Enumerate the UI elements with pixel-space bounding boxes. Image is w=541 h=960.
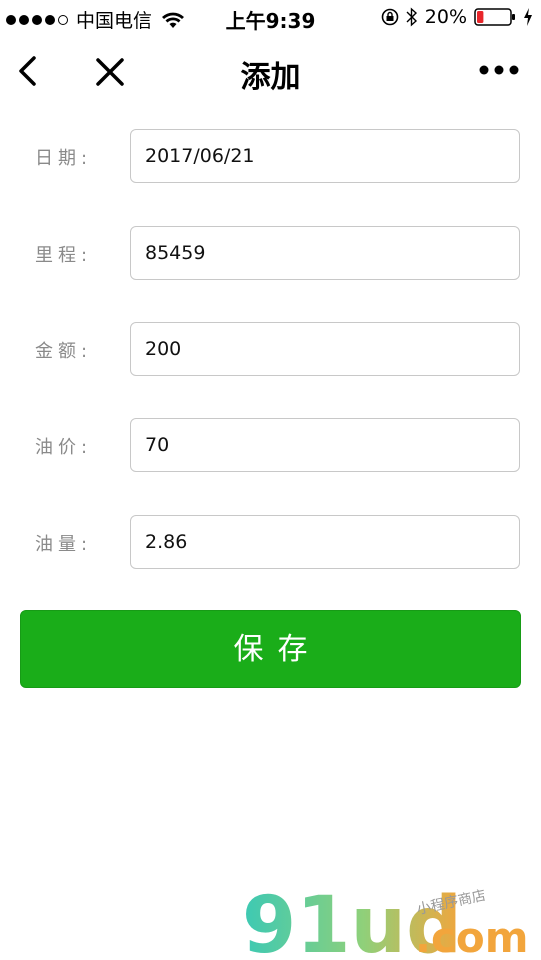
page: 中国电信 上午9:39 20% 添加 日期: 2017/06/21 里程: 85…	[0, 0, 541, 960]
watermark-logo: 91ud .com 小程序商店	[242, 881, 528, 960]
amount-input[interactable]: 200	[130, 322, 520, 376]
more-dots-icon[interactable]	[479, 64, 519, 76]
form-row-fuel-volume: 油量: 2.86	[0, 515, 541, 571]
mileage-input[interactable]: 85459	[130, 226, 520, 280]
fuel-volume-label: 油量:	[35, 534, 93, 555]
date-input[interactable]: 2017/06/21	[130, 129, 520, 183]
form-row-date: 日期: 2017/06/21	[0, 129, 541, 185]
svg-text:.com: .com	[415, 913, 528, 960]
fuel-volume-input[interactable]: 2.86	[130, 515, 520, 569]
fuel-price-input[interactable]: 70	[130, 418, 520, 472]
bluetooth-icon	[406, 7, 417, 27]
save-button[interactable]: 保存	[20, 610, 521, 688]
charging-icon	[524, 8, 532, 26]
date-label: 日期:	[35, 148, 93, 169]
rotation-lock-icon	[381, 8, 399, 26]
mileage-label: 里程:	[35, 245, 93, 266]
form-row-mileage: 里程: 85459	[0, 226, 541, 282]
battery-icon	[474, 8, 515, 26]
nav-bar: 添加	[0, 40, 541, 102]
status-bar: 中国电信 上午9:39 20%	[0, 0, 541, 36]
amount-label: 金额:	[35, 341, 93, 362]
battery-percent: 20%	[424, 6, 467, 28]
form-row-fuel-price: 油价: 70	[0, 418, 541, 474]
form-row-amount: 金额: 200	[0, 322, 541, 378]
status-right: 20%	[381, 6, 533, 28]
page-title: 添加	[240, 60, 301, 95]
fuel-price-label: 油价:	[35, 437, 93, 458]
